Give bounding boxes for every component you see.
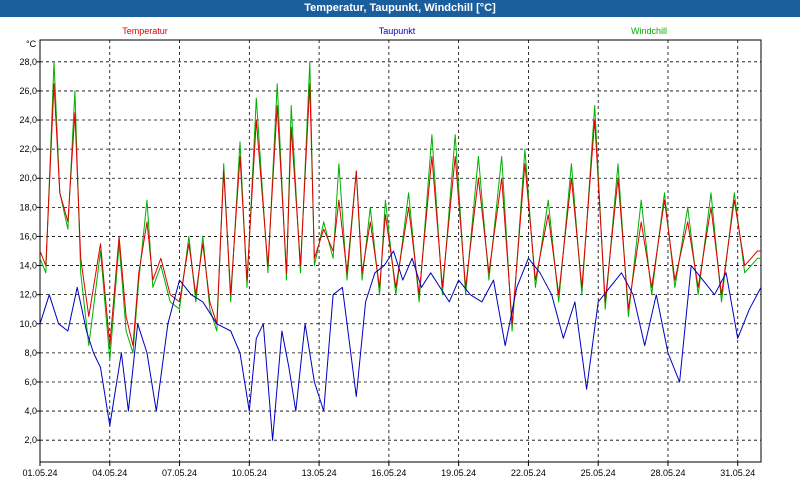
- line-chart: 2,0 4,0 6,0 8,0 10,0 12,0 14,0 16,0 18,0 20,0 22,0…: [19, 26, 762, 478]
- x-tick-label: 01.05.24: [22, 468, 57, 478]
- y-tick-label: 22,0: [19, 144, 37, 154]
- x-tick-label: 28.05.24: [650, 468, 685, 478]
- legend: Temperatur Taupunkt Windchill: [122, 26, 667, 36]
- y-tick-label: 20,0: [19, 173, 37, 183]
- y-tick-label: 14,0: [19, 261, 37, 271]
- x-tick-label: 25.05.24: [581, 468, 616, 478]
- y-axis: 2,0 4,0 6,0 8,0 10,0 12,0 14,0 16,0 18,0 20,0 22,0…: [19, 57, 40, 445]
- chart-window: Temperatur, Taupunkt, Windchill [°C] 2,0…: [0, 0, 800, 500]
- legend-item-taupunkt: Taupunkt: [379, 26, 416, 36]
- legend-item-temperatur: Temperatur: [122, 26, 168, 36]
- y-tick-label: 16,0: [19, 231, 37, 241]
- y-tick-label: 12,0: [19, 290, 37, 300]
- x-tick-label: 31.05.24: [720, 468, 755, 478]
- y-tick-label: 10,0: [19, 319, 37, 329]
- y-tick-label: 8,0: [24, 348, 37, 358]
- x-tick-label: 16.05.24: [371, 468, 406, 478]
- x-tick-label: 19.05.24: [441, 468, 476, 478]
- y-tick-label: 28,0: [19, 57, 37, 67]
- y-tick-label: 2,0: [24, 435, 37, 445]
- x-tick-label: 13.05.24: [302, 468, 337, 478]
- y-tick-label: 24,0: [19, 115, 37, 125]
- y-tick-label: 18,0: [19, 202, 37, 212]
- plot-area: [39, 39, 762, 463]
- y-tick-label: 26,0: [19, 86, 37, 96]
- y-tick-label: 6,0: [24, 377, 37, 387]
- chart-title: Temperatur, Taupunkt, Windchill [°C]: [0, 0, 800, 17]
- y-axis-label: °C: [26, 39, 37, 49]
- x-axis: 01.05.24 04.05.24 07.05.24 10.05.24 13.05.24…: [22, 462, 755, 478]
- x-tick-label: 10.05.24: [232, 468, 267, 478]
- y-tick-label: 4,0: [24, 406, 37, 416]
- x-tick-label: 22.05.24: [511, 468, 546, 478]
- x-tick-label: 07.05.24: [162, 468, 197, 478]
- x-tick-label: 04.05.24: [92, 468, 127, 478]
- legend-item-windchill: Windchill: [631, 26, 667, 36]
